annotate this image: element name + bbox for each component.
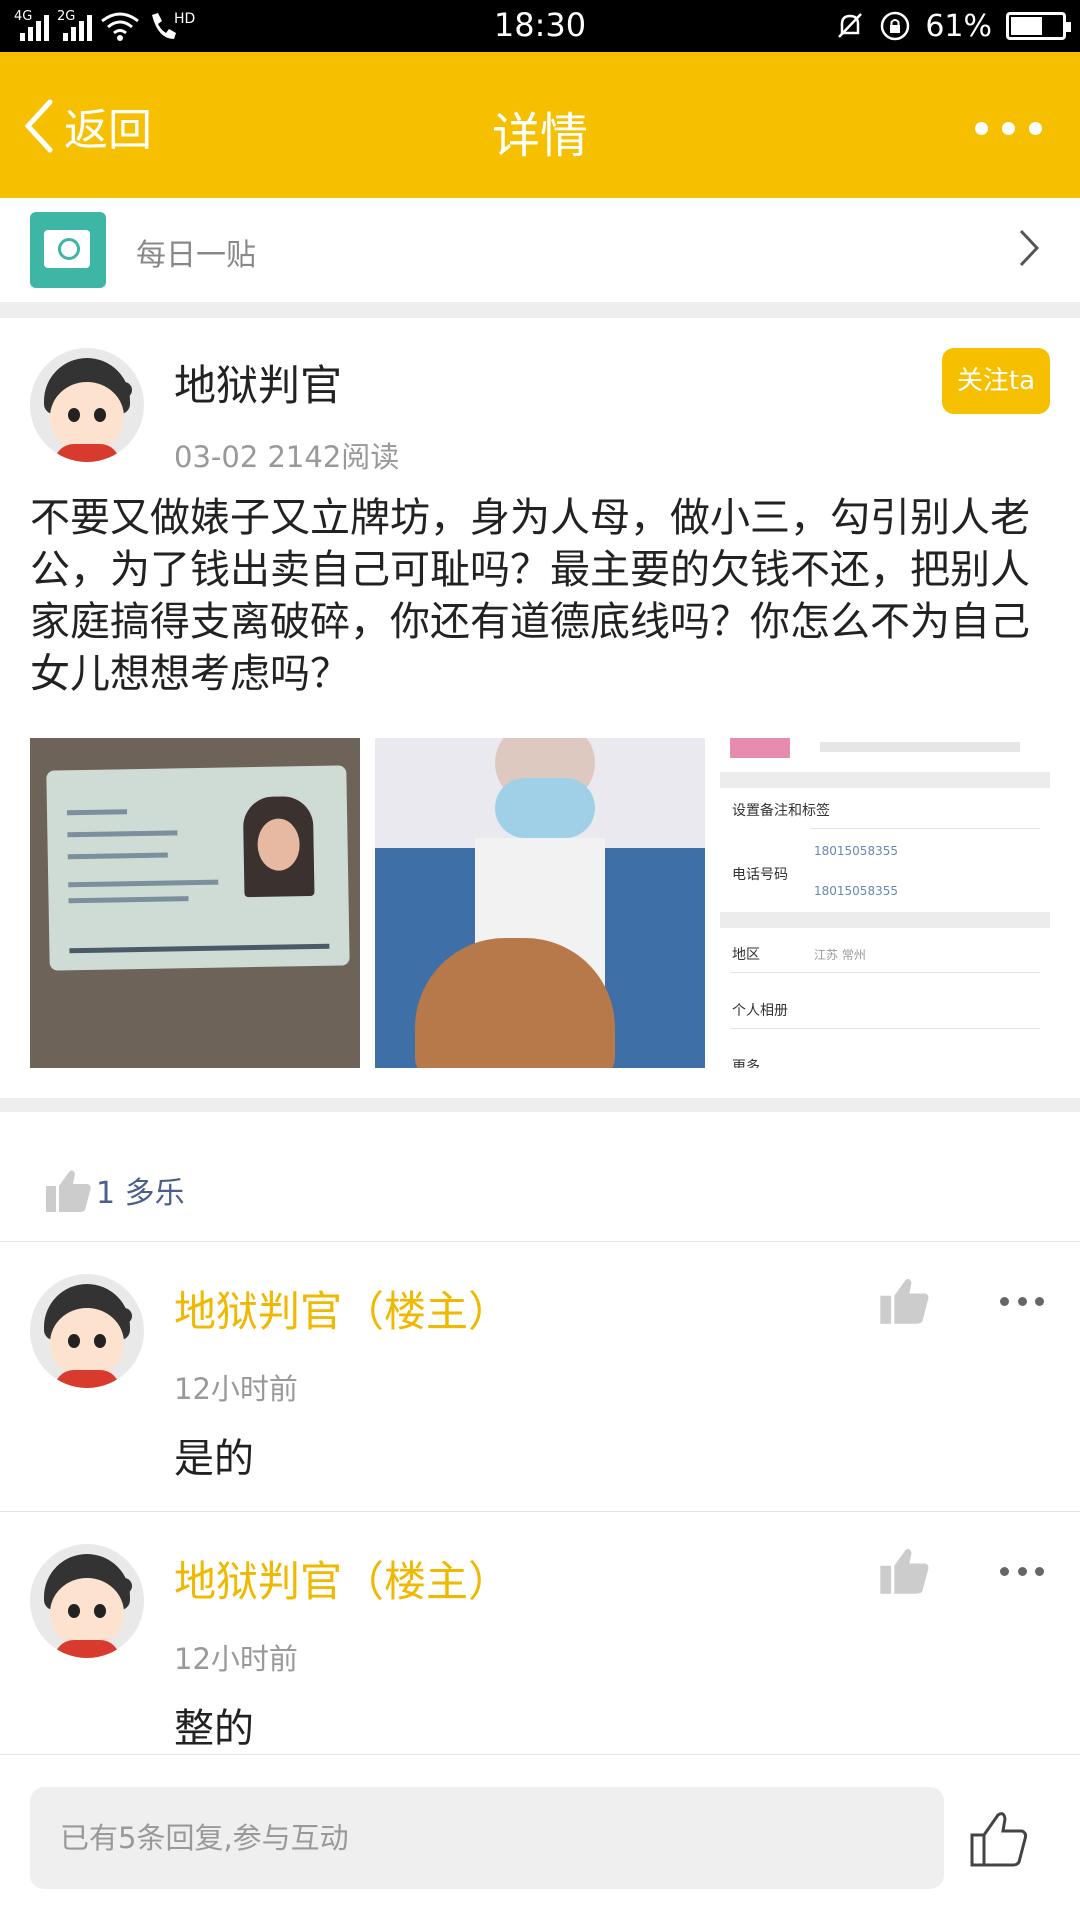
id-card-image xyxy=(46,765,350,971)
more-dot xyxy=(1035,1567,1044,1576)
post-image-3[interactable]: 设置备注和标签 电话号码 18015058355 18015058355 地区 … xyxy=(720,738,1050,1068)
more-dot xyxy=(1017,1297,1027,1306)
post-likes[interactable]: 1 多乐 xyxy=(42,1162,185,1218)
more-dot xyxy=(1017,1567,1027,1576)
screenshot-label-album: 个人相册 xyxy=(732,1003,788,1019)
divider xyxy=(0,1511,1080,1512)
thumbs-up-outline-icon[interactable] xyxy=(966,1807,1030,1871)
screenshot-phone-1: 18015058355 xyxy=(814,844,898,858)
comment-like-icon[interactable] xyxy=(876,1542,932,1598)
screenshot-label-phone: 电话号码 xyxy=(732,867,788,883)
comment-text: 是的 xyxy=(174,1436,254,1482)
mute-bell-icon xyxy=(838,13,863,38)
screenshot-label-region: 地区 xyxy=(732,947,760,963)
screenshot-label-more: 更多 xyxy=(732,1059,760,1068)
camera-icon xyxy=(30,212,106,288)
nav-bar: 返回 详情 xyxy=(0,52,1080,198)
post-image-1[interactable] xyxy=(30,738,360,1068)
divider xyxy=(0,1241,1080,1242)
comment-author[interactable]: 地狱判官（楼主） xyxy=(174,1548,510,1609)
battery-percent: 61% xyxy=(925,8,992,44)
more-dot xyxy=(1000,1567,1009,1576)
likes-count: 1 多乐 xyxy=(96,1176,185,1211)
page-title: 详情 xyxy=(491,108,588,164)
status-bar: 4G 2G HD 18:30 61% xyxy=(0,0,1080,52)
reply-bar: 已有5条回复,参与互动 xyxy=(0,1754,1080,1921)
battery-icon xyxy=(1006,12,1071,40)
more-dot xyxy=(975,121,988,135)
post-meta: 03-02 2142阅读 xyxy=(174,440,400,474)
comment-more-button[interactable] xyxy=(1000,1297,1044,1309)
category-label: 每日一贴 xyxy=(136,238,256,273)
post-text: 不要又做婊子又立牌坊，身为人母，做小三，勾引别人老公，为了钱出卖自己可耻吗？最主… xyxy=(30,495,1030,697)
more-dot xyxy=(1002,121,1015,135)
comment-time: 12小时前 xyxy=(174,1642,298,1676)
screenshot-label-tags: 设置备注和标签 xyxy=(732,803,830,819)
section-divider xyxy=(0,302,1080,318)
chevron-right-icon xyxy=(1019,229,1040,267)
comment-avatar[interactable] xyxy=(30,1274,144,1388)
category-row[interactable]: 每日一贴 xyxy=(0,198,1080,302)
follow-button[interactable]: 关注ta xyxy=(942,348,1050,414)
author-name[interactable]: 地狱判官 xyxy=(174,352,342,413)
comment-avatar[interactable] xyxy=(30,1544,144,1658)
more-dot xyxy=(1029,121,1042,135)
screenshot-region-value: 江苏 常州 xyxy=(814,948,866,962)
status-bar-right: 61% xyxy=(835,6,1071,46)
more-dot xyxy=(1000,1297,1009,1306)
comment-text: 整的 xyxy=(174,1706,254,1752)
author-avatar[interactable] xyxy=(30,348,144,462)
reply-input[interactable]: 已有5条回复,参与互动 xyxy=(30,1787,944,1889)
comment-author[interactable]: 地狱判官（楼主） xyxy=(174,1278,510,1339)
more-dot xyxy=(1035,1297,1044,1306)
screenshot-phone-2: 18015058355 xyxy=(814,884,898,898)
comment-like-icon[interactable] xyxy=(876,1272,932,1328)
comment-time: 12小时前 xyxy=(174,1372,298,1406)
more-menu-button[interactable] xyxy=(952,116,1042,140)
thumbs-up-icon xyxy=(46,1170,91,1212)
post-image-2[interactable] xyxy=(375,738,705,1068)
rotation-lock-icon xyxy=(881,11,910,41)
comment-more-button[interactable] xyxy=(1000,1567,1044,1579)
section-divider xyxy=(0,1098,1080,1112)
